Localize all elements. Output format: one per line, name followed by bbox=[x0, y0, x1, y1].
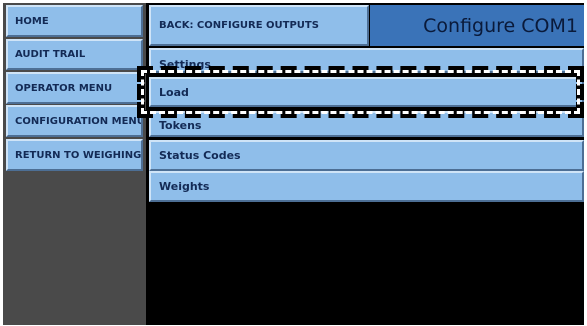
menu-item-weights[interactable]: Weights bbox=[149, 171, 584, 202]
menu-item-settings[interactable]: Settings bbox=[149, 48, 584, 73]
sidebar-item-configuration-menu[interactable]: CONFIGURATION MENU bbox=[6, 105, 143, 137]
page-title: Configure COM1 bbox=[370, 5, 584, 46]
menu-item-load[interactable]: Load bbox=[149, 77, 584, 107]
sidebar-item-home[interactable]: HOME bbox=[6, 5, 143, 37]
content-area bbox=[149, 203, 584, 325]
sidebar-item-audit-trail[interactable]: AUDIT TRAIL bbox=[6, 39, 143, 70]
app-frame: HOME AUDIT TRAIL OPERATOR MENU CONFIGURA… bbox=[3, 3, 584, 325]
menu-item-status-codes[interactable]: Status Codes bbox=[149, 140, 584, 171]
sidebar-item-operator-menu[interactable]: OPERATOR MENU bbox=[6, 72, 143, 104]
menu-item-tokens[interactable]: Tokens bbox=[149, 111, 584, 137]
back-button[interactable]: BACK: CONFIGURE OUTPUTS bbox=[149, 5, 369, 46]
sidebar-item-return-to-weighing[interactable]: RETURN TO WEIGHING bbox=[6, 139, 143, 171]
sidebar: HOME AUDIT TRAIL OPERATOR MENU CONFIGURA… bbox=[3, 3, 146, 325]
